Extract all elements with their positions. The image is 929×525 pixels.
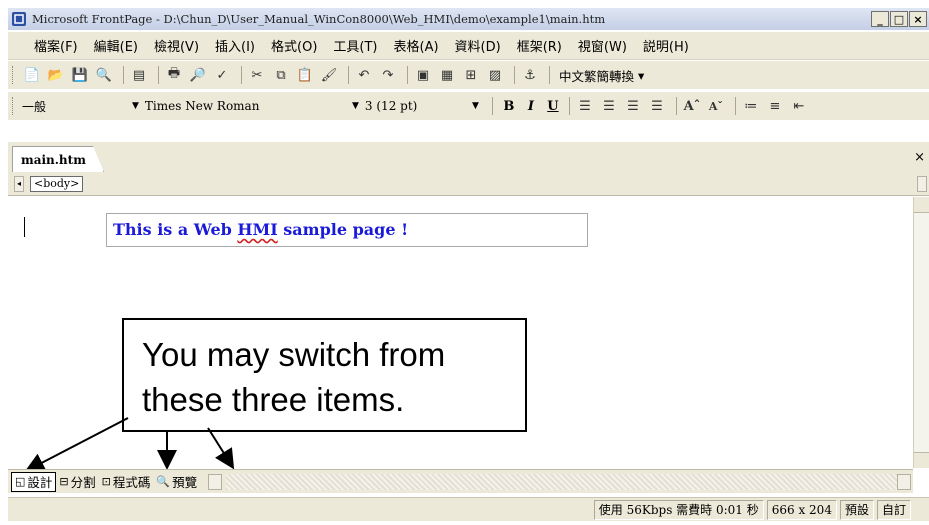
- scroll-right-icon[interactable]: [897, 473, 911, 490]
- menu-frames[interactable]: 框架(R): [517, 36, 562, 55]
- cut-icon[interactable]: ✂: [247, 65, 267, 85]
- menu-file[interactable]: 檔案(F): [34, 36, 78, 55]
- scroll-left-icon[interactable]: [208, 473, 223, 490]
- code-view-icon: ⊡: [101, 475, 111, 488]
- open-icon[interactable]: 📂: [46, 65, 66, 85]
- new-page-icon[interactable]: 📄: [22, 65, 42, 85]
- preview-icon[interactable]: 🔎: [188, 65, 208, 85]
- chevron-left-icon[interactable]: ◂: [14, 175, 24, 192]
- preview-view-icon: 🔍: [156, 475, 171, 488]
- insert-table-icon[interactable]: ▦: [437, 65, 457, 85]
- vertical-scrollbar[interactable]: [913, 197, 929, 468]
- align-left-icon[interactable]: ☰: [575, 96, 595, 116]
- tab-main-htm[interactable]: main.htm: [12, 146, 104, 172]
- standard-toolbar: 📄 📂 💾 🔍 ▤ 🖶 🔎 ✓ ✂ ⧉ 📋 🖌 ↶ ↷ ▣ ▦ ⊞ ▨ ⚓ 中文…: [8, 61, 929, 89]
- close-button[interactable]: ×: [909, 11, 927, 27]
- page-size-status[interactable]: 666 x 204: [766, 499, 837, 520]
- annotation-callout: You may switch from these three items.: [122, 318, 527, 432]
- menu-view[interactable]: 檢視(V): [154, 36, 199, 55]
- search-icon[interactable]: 🔍: [94, 65, 114, 85]
- title-bar: Microsoft FrontPage - D:\Chun_D\User_Man…: [8, 8, 929, 30]
- chevron-right-icon[interactable]: [917, 175, 927, 192]
- minimize-button[interactable]: _: [871, 11, 889, 27]
- decrease-indent-icon[interactable]: ⇤: [789, 96, 809, 116]
- toolbar-grip[interactable]: [12, 97, 16, 115]
- underline-button[interactable]: U: [542, 99, 564, 114]
- menu-help[interactable]: 説明(H): [643, 36, 689, 55]
- paste-icon[interactable]: 📋: [295, 65, 315, 85]
- font-size-select[interactable]: ▼ 3 (12 pt): [352, 96, 472, 116]
- bold-button[interactable]: B: [498, 99, 520, 114]
- insert-layer-icon[interactable]: ⊞: [461, 65, 481, 85]
- decrease-font-icon[interactable]: Aˇ: [706, 96, 726, 116]
- spelling-icon[interactable]: ✓: [212, 65, 232, 85]
- menu-format[interactable]: 格式(O): [271, 36, 317, 55]
- menu-table[interactable]: 表格(A): [394, 36, 439, 55]
- italic-button[interactable]: I: [520, 99, 542, 114]
- document-tab-strip: main.htm ×: [8, 142, 929, 172]
- bullet-list-icon[interactable]: ≡: [765, 96, 785, 116]
- undo-icon[interactable]: ↶: [354, 65, 374, 85]
- insert-web-component-icon[interactable]: ▣: [413, 65, 433, 85]
- menu-bar: 檔案(F) 編輯(E) 檢視(V) 插入(I) 格式(O) 工具(T) 表格(A…: [8, 32, 929, 60]
- tab-preview[interactable]: 🔍 預覽: [153, 472, 200, 492]
- tab-split[interactable]: ⊟ 分割: [56, 472, 98, 492]
- publish-icon[interactable]: ▤: [129, 65, 149, 85]
- format-painter-icon[interactable]: 🖌: [319, 65, 339, 85]
- formatting-toolbar: 一般 ▼ Times New Roman ▼ 3 (12 pt) ▼ B I U…: [8, 92, 929, 120]
- window-controls: _ □ ×: [871, 11, 927, 27]
- horizontal-scrollbar[interactable]: [226, 473, 897, 490]
- tab-design[interactable]: ◱ 設計: [11, 471, 57, 492]
- chevron-down-icon[interactable]: ▼: [472, 101, 479, 111]
- window-title: Microsoft FrontPage - D:\Chun_D\User_Man…: [32, 12, 606, 26]
- menu-window[interactable]: 視窗(W): [578, 36, 627, 55]
- redo-icon[interactable]: ↷: [378, 65, 398, 85]
- hyperlink-icon[interactable]: ⚓: [520, 65, 540, 85]
- design-view-icon: ◱: [15, 475, 26, 488]
- compatibility-mode-status[interactable]: 預設: [839, 499, 874, 520]
- custom-status[interactable]: 自訂: [876, 499, 911, 520]
- chevron-down-icon[interactable]: ▾: [638, 68, 644, 83]
- menu-edit[interactable]: 編輯(E): [94, 36, 138, 55]
- status-bar: 使用 56Kbps 需費時 0:01 秒 666 x 204 預設 自訂: [8, 497, 929, 521]
- menu-data[interactable]: 資料(D): [455, 36, 501, 55]
- scroll-up-icon[interactable]: [914, 197, 929, 213]
- chevron-down-icon: ▼: [352, 101, 359, 111]
- close-icon[interactable]: ×: [914, 150, 925, 165]
- print-icon[interactable]: 🖶: [164, 65, 184, 85]
- style-select[interactable]: 一般: [22, 96, 132, 116]
- chevron-down-icon: ▼: [132, 101, 139, 111]
- toolbar-grip[interactable]: [12, 66, 16, 84]
- insert-picture-icon[interactable]: ▨: [485, 65, 505, 85]
- increase-font-icon[interactable]: Aˆ: [682, 96, 702, 116]
- split-view-icon: ⊟: [59, 475, 69, 488]
- justify-icon[interactable]: ☰: [647, 96, 667, 116]
- view-tabs-bar: ◱ 設計 ⊟ 分割 ⊡ 程式碼 🔍 預覽: [8, 469, 913, 493]
- body-tag[interactable]: <body>: [30, 175, 84, 192]
- maximize-button[interactable]: □: [890, 11, 908, 27]
- text-caret: [24, 217, 25, 237]
- align-center-icon[interactable]: ☰: [599, 96, 619, 116]
- download-time-status[interactable]: 使用 56Kbps 需費時 0:01 秒: [593, 499, 764, 520]
- menu-tools[interactable]: 工具(T): [333, 36, 377, 55]
- scroll-down-icon[interactable]: [914, 452, 929, 468]
- sample-heading[interactable]: This is a Web HMI sample page !: [106, 213, 588, 247]
- copy-icon[interactable]: ⧉: [271, 65, 291, 85]
- frontpage-app-icon[interactable]: [12, 12, 26, 26]
- align-right-icon[interactable]: ☰: [623, 96, 643, 116]
- menu-insert[interactable]: 插入(I): [215, 36, 255, 55]
- tab-code[interactable]: ⊡ 程式碼: [99, 472, 154, 492]
- save-icon[interactable]: 💾: [70, 65, 90, 85]
- chinese-conversion-button[interactable]: 中文繁簡轉換: [559, 66, 634, 85]
- quick-tag-bar: ◂ <body>: [8, 172, 929, 196]
- numbered-list-icon[interactable]: ≔: [741, 96, 761, 116]
- font-select[interactable]: ▼ Times New Roman: [132, 96, 352, 116]
